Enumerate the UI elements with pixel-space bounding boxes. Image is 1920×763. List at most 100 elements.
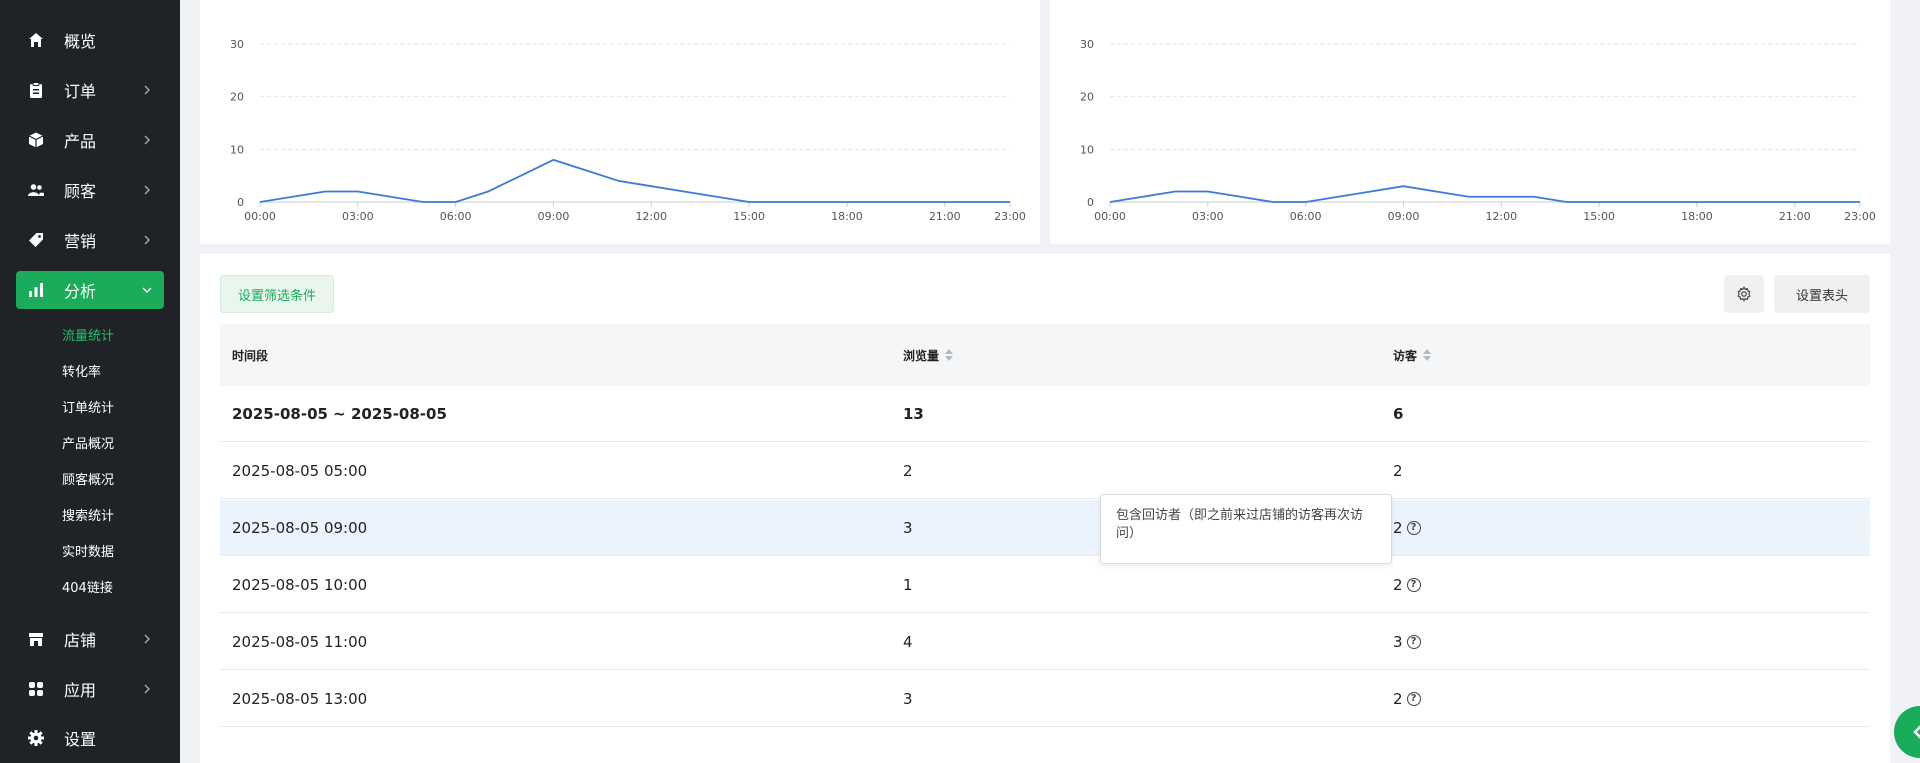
x-tick-label: 18:00	[1681, 210, 1713, 223]
set-filter-button[interactable]: 设置筛选条件	[220, 275, 334, 313]
table-row: 2025-08-05 11:00 4 3?	[220, 614, 1870, 670]
column-header-visitors[interactable]: 访客	[1393, 324, 1432, 386]
sub-item-404-links[interactable]: 404链接	[62, 578, 113, 600]
chevron-left-icon	[1913, 725, 1920, 739]
cell-period: 2025-08-05 09:00	[232, 519, 368, 537]
cell-period: 2025-08-05 11:00	[232, 633, 368, 651]
table-row: 2025-08-05 09:00 3 2?	[220, 500, 1870, 556]
gear-icon	[1737, 286, 1751, 302]
chevron-down-icon	[142, 287, 152, 293]
sidebar-item-label: 概览	[64, 32, 97, 51]
gear-icon	[26, 728, 46, 748]
table-row: 2025-08-05 05:00 2 2	[220, 443, 1870, 499]
sidebar-item-label: 订单	[64, 82, 97, 101]
x-tick-label: 06:00	[440, 210, 472, 223]
chevron-right-icon	[144, 235, 150, 245]
sidebar-item-store[interactable]: 店铺	[16, 620, 164, 658]
sub-item-order-stats[interactable]: 订单统计	[62, 398, 114, 420]
sidebar-item-label: 分析	[64, 282, 97, 301]
sub-item-conversion-rate[interactable]: 转化率	[62, 362, 101, 384]
pageviews-line-chart: 0 10 20 30 00:00 03:00 06:00 09:00 12:00 15:00 18:…	[230, 38, 1026, 223]
x-tick-label: 09:00	[538, 210, 570, 223]
cell-visitors: 2?	[1393, 500, 1421, 556]
tag-icon	[26, 230, 46, 250]
table-row: 2025-08-05 10:00 1 2?	[220, 557, 1870, 613]
x-tick-label: 23:00	[994, 210, 1026, 223]
table-summary-row: 2025-08-05 ~ 2025-08-05 13 6	[220, 386, 1870, 442]
y-tick-label: 0	[1087, 196, 1094, 209]
sidebar-item-apps[interactable]: 应用	[16, 670, 164, 708]
box-icon	[26, 130, 46, 150]
column-header-period: 时间段	[232, 348, 269, 363]
sidebar-item-label: 应用	[64, 681, 97, 700]
cell-period: 2025-08-05 13:00	[232, 690, 368, 708]
sidebar-item-marketing[interactable]: 营销	[16, 221, 164, 259]
visitors-line-chart: 0 10 20 30 00:00 03:00 06:00 09:00 12:00 15:00 18:…	[1080, 38, 1876, 223]
cell-pageviews: 13	[903, 405, 924, 423]
sidebar-item-customers[interactable]: 顾客	[16, 171, 164, 209]
store-icon	[26, 629, 46, 649]
cell-period: 2025-08-05 10:00	[232, 576, 368, 594]
cell-visitors: 2?	[1393, 557, 1421, 613]
sidebar-item-label: 店铺	[64, 631, 97, 650]
cell-pageviews: 3	[903, 690, 913, 708]
help-icon[interactable]: ?	[1406, 692, 1421, 706]
x-tick-label: 21:00	[929, 210, 961, 223]
y-tick-label: 20	[1080, 91, 1094, 104]
set-table-header-button[interactable]: 设置表头	[1774, 275, 1870, 313]
help-icon[interactable]: ?	[1406, 578, 1421, 592]
sort-icon[interactable]	[945, 349, 954, 361]
sidebar-item-orders[interactable]: 订单	[16, 71, 164, 109]
apps-icon	[26, 679, 46, 699]
cell-visitors: 2?	[1393, 671, 1421, 727]
y-tick-label: 20	[230, 91, 244, 104]
sidebar-item-products[interactable]: 产品	[16, 121, 164, 159]
chevron-right-icon	[144, 684, 150, 694]
help-icon[interactable]: ?	[1406, 521, 1421, 535]
x-tick-label: 18:00	[831, 210, 863, 223]
sidebar-item-label: 营销	[64, 232, 97, 251]
x-tick-label: 12:00	[635, 210, 667, 223]
x-tick-label: 00:00	[1094, 210, 1126, 223]
sort-icon[interactable]	[1423, 349, 1432, 361]
cell-visitors: 2	[1393, 462, 1403, 480]
cell-visitors: 3?	[1393, 614, 1421, 670]
pageviews-chart-card: 0 10 20 30 00:00 03:00 06:00 09:00 12:00 15:00 18:…	[200, 0, 1040, 244]
clipboard-icon	[26, 80, 46, 100]
x-tick-label: 06:00	[1290, 210, 1322, 223]
cell-pageviews: 4	[903, 633, 913, 651]
sidebar-item-overview[interactable]: 概览	[16, 21, 164, 59]
sidebar-item-settings[interactable]: 设置	[16, 719, 164, 757]
sidebar-item-analytics[interactable]: 分析	[16, 271, 164, 309]
help-icon[interactable]: ?	[1406, 635, 1421, 649]
x-tick-label: 15:00	[1583, 210, 1615, 223]
bar-chart-icon	[26, 280, 46, 300]
cell-visitors: 6	[1393, 405, 1404, 423]
collapse-panel-button[interactable]	[1894, 706, 1920, 758]
sub-item-realtime-data[interactable]: 实时数据	[62, 542, 114, 564]
x-tick-label: 15:00	[733, 210, 765, 223]
cell-pageviews: 3	[903, 519, 913, 537]
cell-period: 2025-08-05 05:00	[232, 462, 368, 480]
cell-pageviews: 2	[903, 462, 913, 480]
table-settings-button[interactable]	[1724, 275, 1764, 313]
sidebar-item-label: 产品	[64, 132, 97, 151]
y-tick-label: 30	[1080, 38, 1094, 51]
cell-pageviews: 1	[903, 576, 913, 594]
y-tick-label: 0	[237, 196, 244, 209]
sub-item-traffic-stats[interactable]: 流量统计	[62, 326, 114, 348]
sub-item-customer-overview[interactable]: 顾客概况	[62, 470, 114, 492]
sidebar-item-label: 设置	[64, 730, 97, 749]
visitors-chart-card: 0 10 20 30 00:00 03:00 06:00 09:00 12:00 15:00 18:…	[1050, 0, 1890, 244]
users-icon	[26, 180, 46, 200]
chevron-right-icon	[144, 634, 150, 644]
sub-item-product-overview[interactable]: 产品概况	[62, 434, 114, 456]
y-tick-label: 10	[230, 143, 244, 156]
series-line	[1109, 185, 1860, 203]
x-tick-label: 12:00	[1485, 210, 1517, 223]
table-row: 2025-08-05 13:00 3 2?	[220, 671, 1870, 727]
sub-item-search-stats[interactable]: 搜索统计	[62, 506, 114, 528]
cell-period: 2025-08-05 ~ 2025-08-05	[232, 405, 447, 423]
column-header-pageviews[interactable]: 浏览量	[903, 324, 954, 386]
chevron-right-icon	[144, 85, 150, 95]
